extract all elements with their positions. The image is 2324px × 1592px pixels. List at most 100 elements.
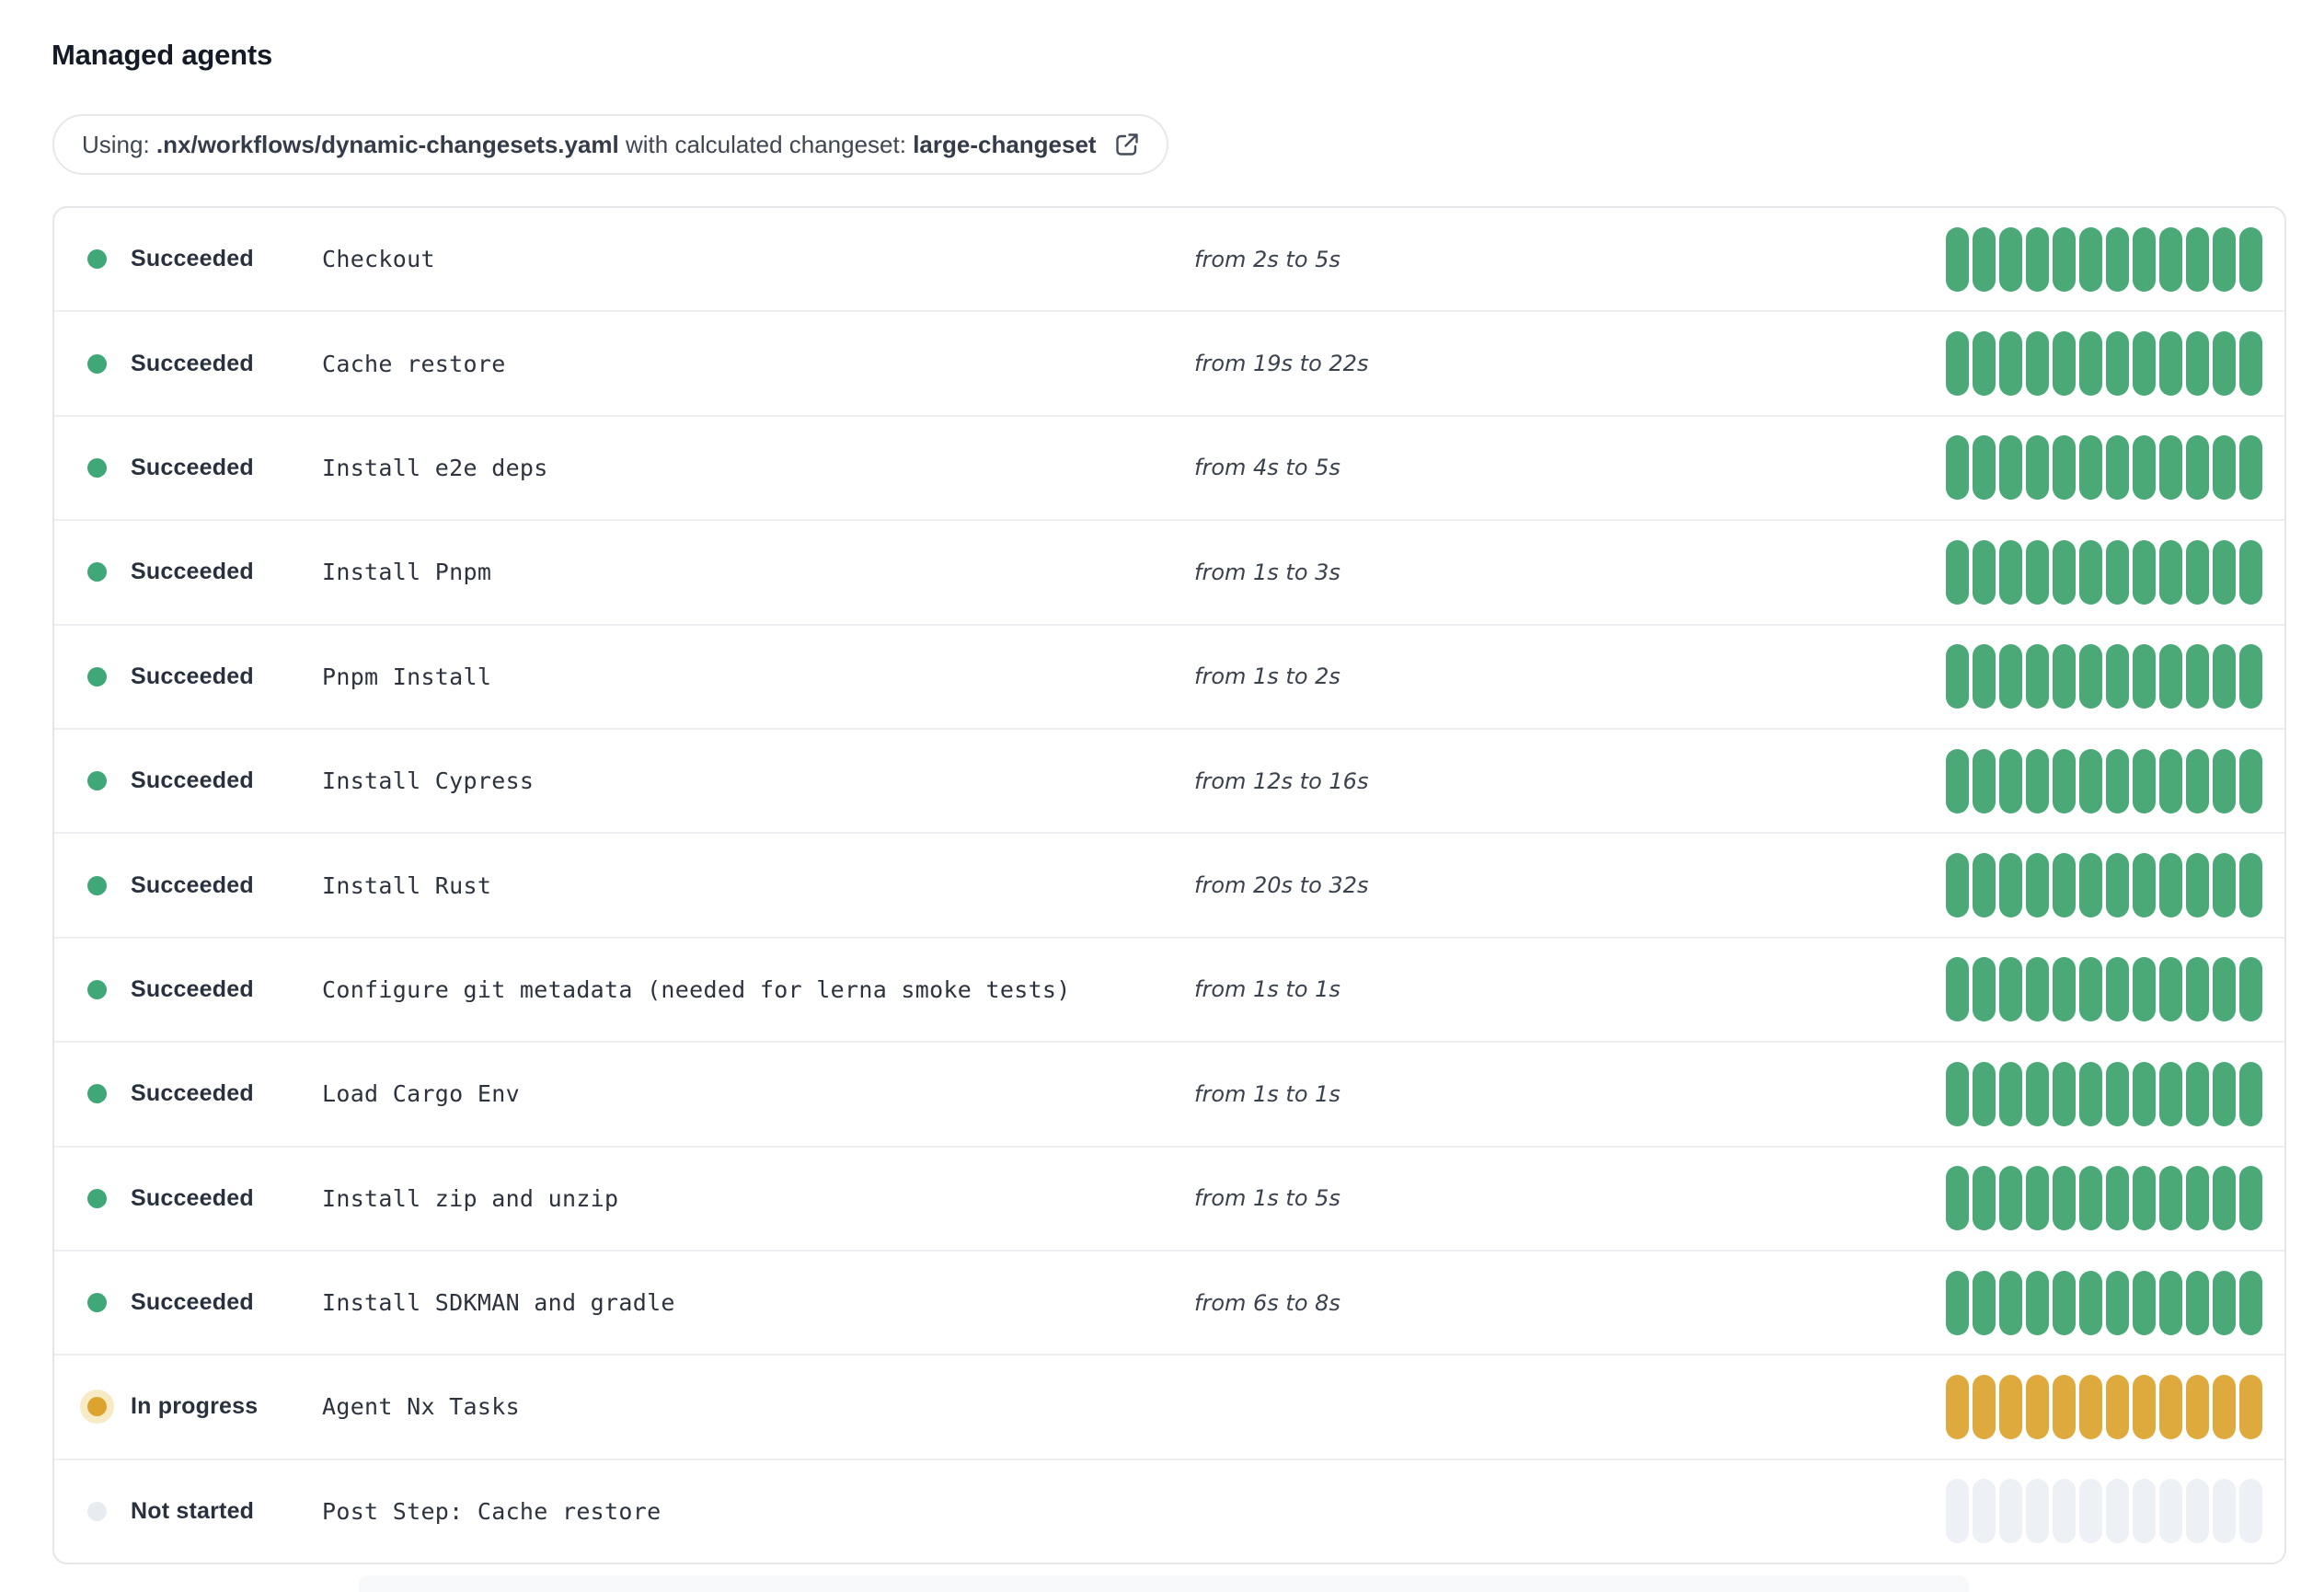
progress-segment [2239, 853, 2262, 918]
agent-step-row[interactable]: Not started Post Step: Cache restore [54, 1458, 2284, 1563]
agent-step-row[interactable]: Succeeded Pnpm Install from 1s to 2s [54, 623, 2284, 728]
agent-step-row[interactable]: Succeeded Install e2e deps from 4s to 5s [54, 414, 2284, 520]
agent-step-row[interactable]: In progress Agent Nx Tasks [54, 1354, 2284, 1459]
agent-step-row[interactable]: Succeeded Install zip and unzip from 1s … [54, 1145, 2284, 1250]
progress-segment [2053, 331, 2076, 397]
progress-segment [2213, 1270, 2236, 1335]
progress-segment [2133, 331, 2156, 397]
progress-segment [2106, 539, 2129, 605]
status-label: Succeeded [131, 1184, 254, 1211]
progress-segment [2026, 644, 2049, 709]
progress-segment [2159, 853, 2182, 918]
status-label: Succeeded [131, 871, 254, 898]
agent-step-row[interactable]: Succeeded Install Cypress from 12s to 16… [54, 727, 2284, 833]
progress-segment [2186, 539, 2209, 605]
progress-segment [2159, 748, 2182, 813]
progress-segment [2159, 1061, 2182, 1126]
duration-range: from 1s to 1s [1194, 1080, 1340, 1107]
progress-segment [2186, 226, 2209, 292]
status-label: Succeeded [131, 559, 254, 585]
progress-segment [2159, 1479, 2182, 1544]
progress-segment [2213, 853, 2236, 918]
status-label: Succeeded [131, 246, 254, 272]
progress-segment [2239, 1270, 2262, 1335]
progress-segment [1946, 1166, 1969, 1231]
status-dot [87, 666, 107, 686]
status-dot [87, 1188, 107, 1208]
progress-segment [2026, 226, 2049, 292]
progress-segment [2079, 853, 2102, 918]
step-name: Install SDKMAN and gradle [322, 1289, 675, 1317]
progress-segment [2239, 644, 2262, 709]
progress-segment [1973, 957, 1996, 1022]
workflow-banner[interactable]: Using: .nx/workflows/dynamic-changesets.… [52, 114, 1168, 175]
progress-segment [2026, 1374, 2049, 1439]
progress-segment [2053, 226, 2076, 292]
agent-step-row[interactable]: Succeeded Install SDKMAN and gradle from… [54, 1249, 2284, 1355]
progress-segment [2213, 331, 2236, 397]
progress-segment [2159, 957, 2182, 1022]
progress-segment [1946, 1270, 1969, 1335]
workflow-banner-text: Using: .nx/workflows/dynamic-changesets.… [82, 131, 1097, 159]
progress-segment [2159, 644, 2182, 709]
progress-segment [2239, 1166, 2262, 1231]
progress-segment [1999, 1061, 2022, 1126]
progress-segment [1973, 748, 1996, 813]
duration-range: from 19s to 22s [1194, 351, 1369, 377]
progress-segment [2079, 1479, 2102, 1544]
status-cell: Succeeded [87, 455, 322, 481]
progress-segment [2053, 1479, 2076, 1544]
progress-segment [1973, 1270, 1996, 1335]
status-dot [87, 353, 107, 374]
progress-segment [2026, 331, 2049, 397]
status-dot [87, 249, 107, 270]
progress-segment [1946, 1061, 1969, 1126]
status-label: Succeeded [131, 454, 254, 480]
agent-step-row[interactable]: Succeeded Load Cargo Env from 1s to 1s [54, 1041, 2284, 1146]
step-name: Load Cargo Env [322, 1080, 520, 1108]
status-label: Succeeded [131, 663, 254, 689]
progress-segment [2186, 1374, 2209, 1439]
agent-step-row[interactable]: Succeeded Install Rust from 20s to 32s [54, 832, 2284, 937]
status-label: Not started [131, 1497, 255, 1524]
duration-range: from 1s to 3s [1194, 559, 1340, 585]
progress-segment [2213, 957, 2236, 1022]
step-name: Checkout [322, 246, 435, 273]
progress-segment [1946, 1374, 1969, 1439]
progress-segment [2026, 1479, 2049, 1544]
progress-segment [2053, 435, 2076, 501]
progress-segment [2133, 1270, 2156, 1335]
progress-segment [2133, 644, 2156, 709]
progress-segments [1946, 644, 2262, 709]
duration-range: from 4s to 5s [1194, 455, 1340, 481]
status-dot [87, 457, 107, 478]
progress-segments [1946, 435, 2262, 501]
step-name: Cache restore [322, 350, 506, 377]
agent-step-row[interactable]: Succeeded Configure git metadata (needed… [54, 936, 2284, 1042]
progress-segment [1946, 1479, 1969, 1544]
workflow-path: .nx/workflows/dynamic-changesets.yaml [155, 130, 619, 158]
progress-segment [2106, 957, 2129, 1022]
progress-segment [2186, 853, 2209, 918]
status-cell: Succeeded [87, 976, 322, 1003]
status-cell: Succeeded [87, 351, 322, 377]
agent-step-row[interactable]: Succeeded Install Pnpm from 1s to 3s [54, 519, 2284, 624]
progress-segment [2026, 1270, 2049, 1335]
progress-segment [2213, 539, 2236, 605]
status-dot [87, 562, 107, 583]
progress-segment [2239, 957, 2262, 1022]
duration-range: from 6s to 8s [1194, 1289, 1340, 1316]
progress-segment [2106, 1166, 2129, 1231]
duration-range: from 2s to 5s [1194, 246, 1340, 272]
status-cell: Succeeded [87, 246, 322, 272]
progress-segment [2239, 1061, 2262, 1126]
progress-segment [2186, 1270, 2209, 1335]
external-link-icon[interactable] [1113, 131, 1141, 158]
progress-segment [2186, 1061, 2209, 1126]
agent-step-row[interactable]: Succeeded Cache restore from 19s to 22s [54, 310, 2284, 415]
status-label: Succeeded [131, 1289, 254, 1316]
progress-segment [2213, 1166, 2236, 1231]
progress-segment [2186, 957, 2209, 1022]
progress-segment [1999, 1270, 2022, 1335]
agent-step-row[interactable]: Succeeded Checkout from 2s to 5s [54, 208, 2284, 311]
